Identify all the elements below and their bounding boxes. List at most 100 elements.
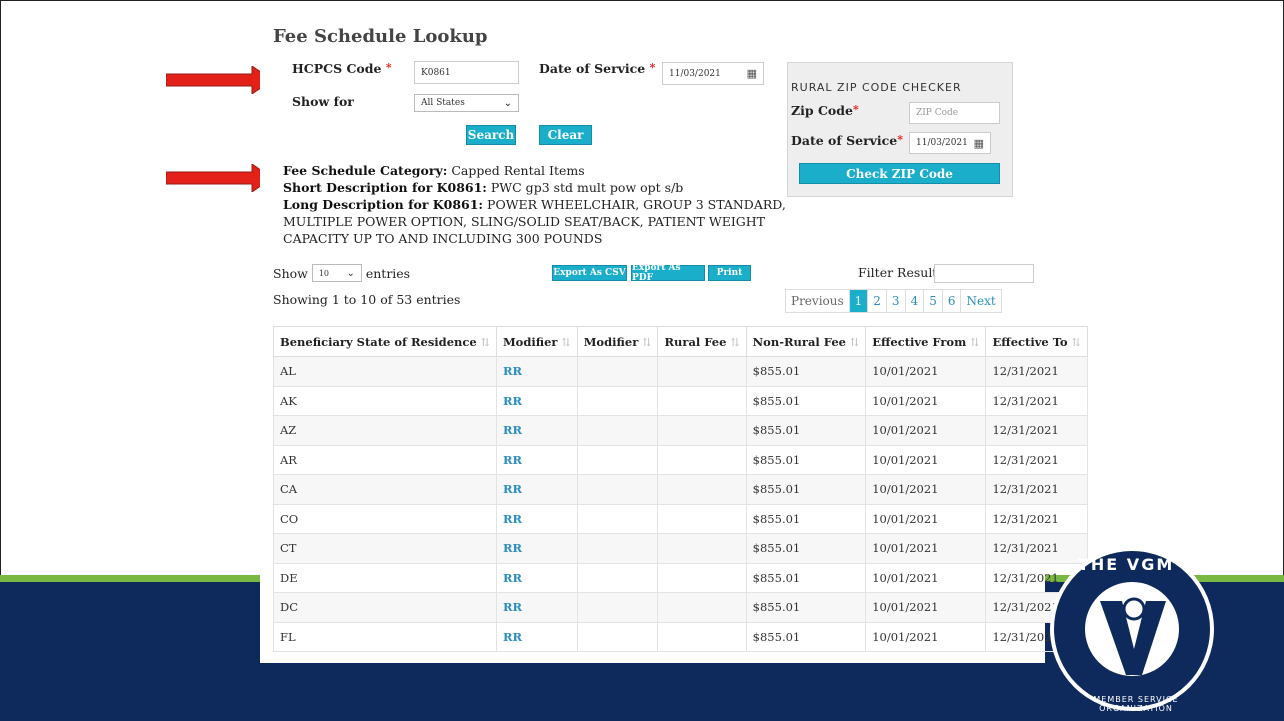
pagination-page-4[interactable]: 4 [904,290,924,312]
short-description-line: Short Description for K0861: PWC gp3 std… [283,180,684,195]
table-cell: 12/31/2021 [985,503,1088,534]
showing-info: Showing 1 to 10 of 53 entries [273,292,461,307]
table-cell [576,415,659,446]
table-cell [657,562,747,593]
page-title: Fee Schedule Lookup [273,26,488,47]
table-row: CT RR $855.01 10/01/2021 12/31/2021 [273,533,1088,564]
red-arrow-hcpcs-icon [166,66,273,94]
table-body: AL RR $855.01 10/01/2021 12/31/2021 AK RR $855.… [273,356,1088,652]
check-zip-button[interactable]: Check ZIP Code [799,163,1000,184]
pagination-page-6[interactable]: 6 [941,290,961,312]
header-effective-from[interactable]: Effective From ⇅ [865,326,987,357]
header-rural-fee[interactable]: Rural Fee ⇅ [657,326,747,357]
table-row: CO RR $855.01 10/01/2021 12/31/2021 [273,503,1088,534]
header-modifier-1[interactable]: Modifier ⇅ [495,326,578,357]
table-cell: DC [273,592,497,623]
table-cell[interactable]: RR [495,533,578,564]
table-cell: 10/01/2021 [865,474,987,505]
category-line: Fee Schedule Category: Capped Rental Ite… [283,163,585,178]
zip-code-input[interactable]: ZIP Code [909,102,1000,124]
table-cell: $855.01 [745,385,867,416]
table-cell[interactable]: RR [495,562,578,593]
table-cell [657,444,747,475]
sort-icon: ⇅ [561,335,571,349]
date-of-service-input[interactable]: 11/03/2021 ▦ [662,62,764,85]
pagination-page-3[interactable]: 3 [885,290,905,312]
table-cell: 12/31/2021 [985,444,1088,475]
print-button[interactable]: Print [708,265,751,281]
pagination-previous[interactable]: Previous [786,290,849,312]
table-cell: $855.01 [745,621,867,652]
table-cell [657,621,747,652]
export-csv-button[interactable]: Export As CSV [552,265,627,281]
rural-dos-input[interactable]: 11/03/2021 ▦ [909,132,991,154]
table-row: AL RR $855.01 10/01/2021 12/31/2021 [273,356,1088,387]
logo-bottom-text: MEMBER SERVICE ORGANIZATION [1093,695,1179,713]
search-button[interactable]: Search [466,125,516,145]
header-state[interactable]: Beneficiary State of Residence ⇅ [273,326,497,357]
table-row: AZ RR $855.01 10/01/2021 12/31/2021 [273,415,1088,446]
table-cell [657,356,747,387]
sort-icon: ⇅ [642,335,652,349]
table-cell [657,503,747,534]
table-cell: 12/31/2021 [985,474,1088,505]
table-cell [576,474,659,505]
hcpcs-input[interactable]: K0861 [414,61,519,84]
table-cell: $855.01 [745,533,867,564]
date-of-service-label: Date of Service * [539,61,656,76]
table-cell: $855.01 [745,444,867,475]
table-cell: CO [273,503,497,534]
rural-title: RURAL ZIP CODE CHECKER [791,81,962,94]
table-cell [657,415,747,446]
header-non-rural-fee[interactable]: Non-Rural Fee ⇅ [745,326,867,357]
pagination-next[interactable]: Next [960,290,1000,312]
table-cell: $855.01 [745,415,867,446]
entries-select[interactable]: 10 ⌄ [311,264,362,282]
table-cell: AK [273,385,497,416]
header-effective-to[interactable]: Effective To ⇅ [985,326,1088,357]
table-cell: 12/31/2021 [985,356,1088,387]
clear-button[interactable]: Clear [539,125,592,145]
table-cell: 10/01/2021 [865,621,987,652]
table-cell: 10/01/2021 [865,562,987,593]
table-cell[interactable]: RR [495,385,578,416]
pagination-page-5[interactable]: 5 [923,290,942,312]
sort-asc-icon: ⇅ [480,335,490,349]
table-header-row: Beneficiary State of Residence ⇅ Modifier… [273,326,1088,357]
pagination-page-1[interactable]: 1 [848,290,868,312]
calendar-icon[interactable]: ▦ [974,137,984,150]
table-cell[interactable]: RR [495,621,578,652]
table-cell: $855.01 [745,592,867,623]
table-cell: $855.01 [745,503,867,534]
table-cell: 12/31/2021 [985,385,1088,416]
table-cell: CT [273,533,497,564]
calendar-icon[interactable]: ▦ [747,67,757,80]
table-row: AK RR $855.01 10/01/2021 12/31/2021 [273,385,1088,416]
table-cell: $855.01 [745,474,867,505]
show-for-select[interactable]: All States ⌄ [414,94,519,112]
table-cell: AZ [273,415,497,446]
header-modifier-2[interactable]: Modifier ⇅ [576,326,659,357]
table-row: AR RR $855.01 10/01/2021 12/31/2021 [273,444,1088,475]
fee-schedule-table: Beneficiary State of Residence ⇅ Modifier… [273,326,1088,652]
table-cell[interactable]: RR [495,592,578,623]
table-row: FL RR $855.01 10/01/2021 12/31/2021 [273,621,1088,652]
filter-input[interactable] [934,264,1034,283]
table-cell: 10/01/2021 [865,385,987,416]
table-cell [576,385,659,416]
table-cell [576,356,659,387]
table-cell: 10/01/2021 [865,503,987,534]
table-cell[interactable]: RR [495,356,578,387]
sort-icon: ⇅ [1071,335,1081,349]
table-cell[interactable]: RR [495,444,578,475]
table-cell[interactable]: RR [495,415,578,446]
table-cell[interactable]: RR [495,503,578,534]
export-pdf-button[interactable]: Export As PDF [631,263,705,283]
sort-icon: ⇅ [970,335,980,349]
fee-schedule-panel: Fee Schedule Lookup HCPCS Code * K0861 D… [260,14,1088,663]
table-cell: $855.01 [745,562,867,593]
table-cell: FL [273,621,497,652]
pagination-page-2[interactable]: 2 [867,290,886,312]
table-cell[interactable]: RR [495,474,578,505]
table-cell [576,592,659,623]
